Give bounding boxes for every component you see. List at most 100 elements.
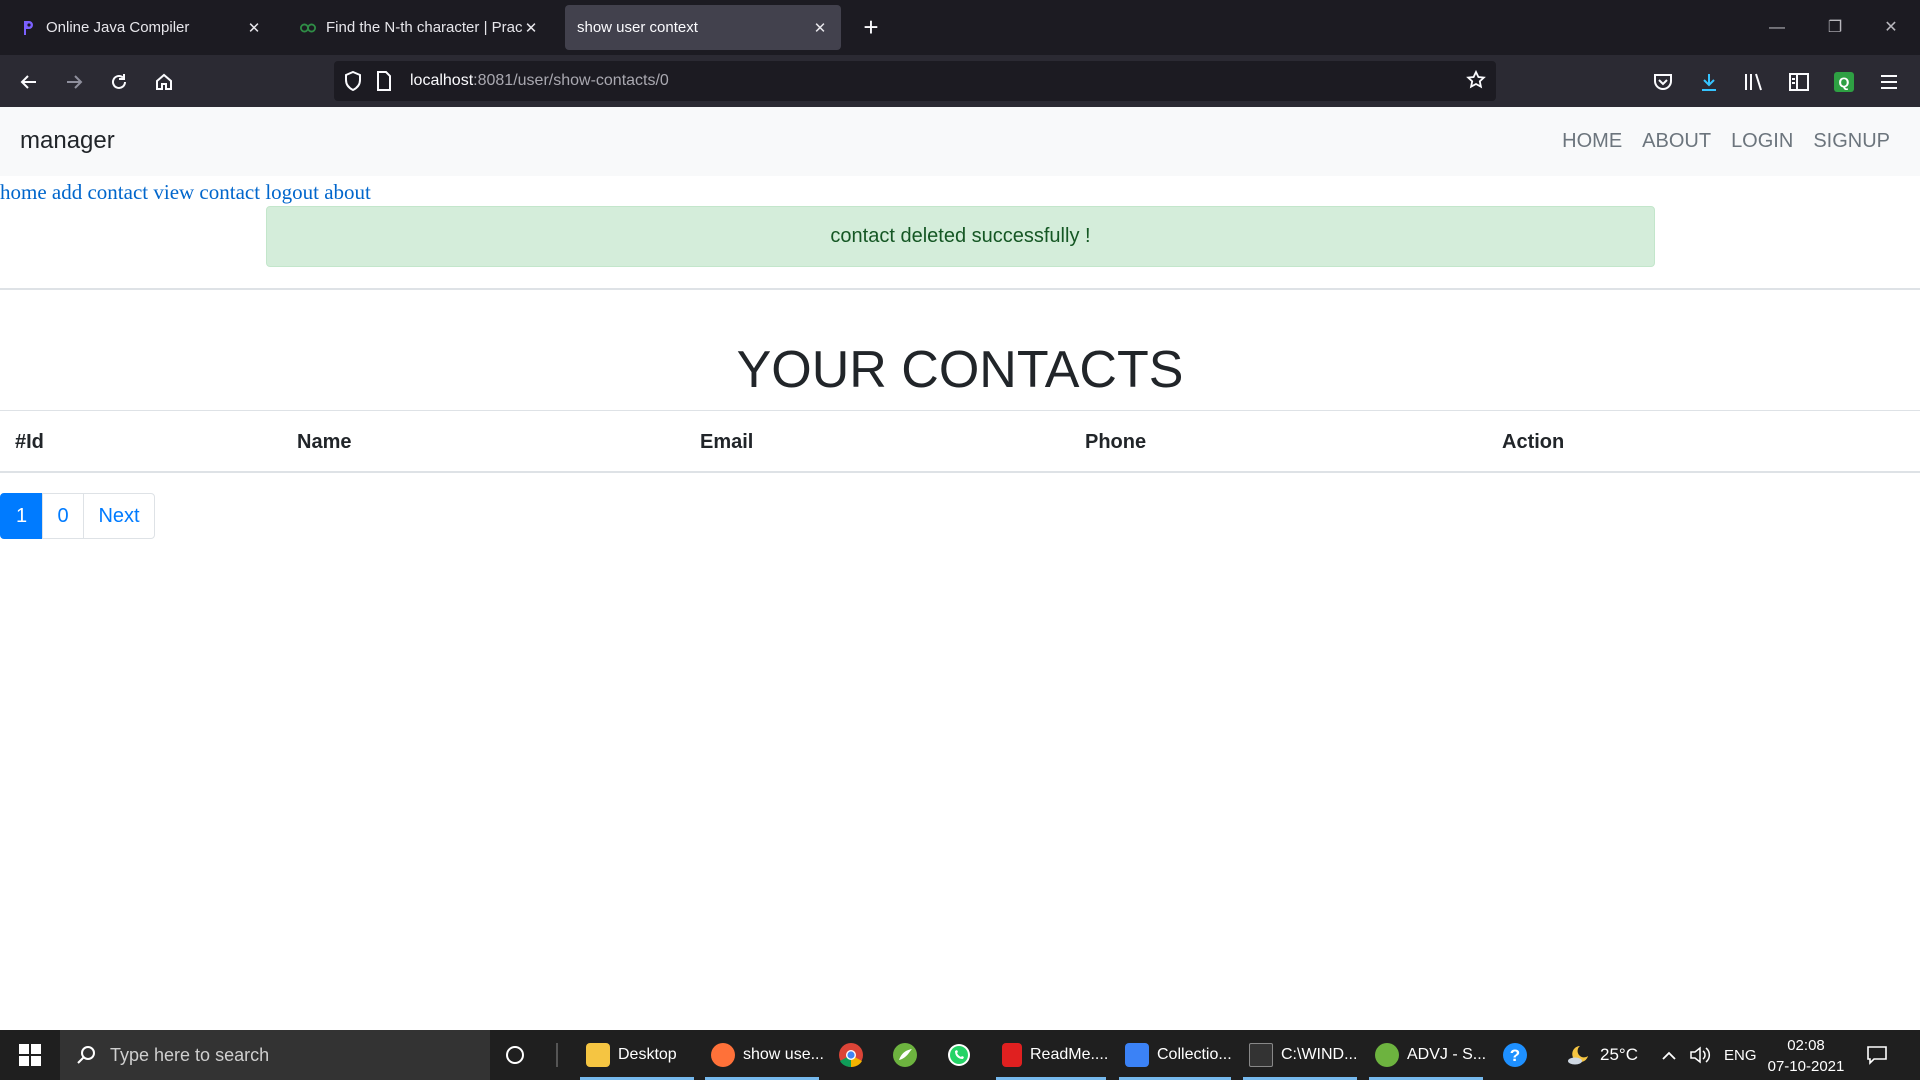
- taskbar-label: show use...: [743, 1046, 824, 1063]
- forward-arrow-icon: [67, 75, 83, 89]
- taskbar-spring[interactable]: [892, 1030, 918, 1080]
- taskbar-photos[interactable]: Collectio...: [1119, 1030, 1232, 1080]
- user-links: home add contact view contact logout abo…: [0, 180, 371, 205]
- back-button[interactable]: [12, 65, 46, 99]
- page-title: YOUR CONTACTS: [736, 341, 1184, 399]
- page-link-1[interactable]: 1: [0, 493, 43, 539]
- photos-icon: [1125, 1043, 1149, 1067]
- menu-about-link[interactable]: ABOUT: [1642, 130, 1711, 153]
- link-logout[interactable]: logout: [265, 180, 319, 204]
- browser-toolbar: localhost:8081/user/show-contacts/0 Q: [0, 55, 1920, 107]
- menu-signup-link[interactable]: SIGNUP: [1813, 130, 1890, 153]
- link-home[interactable]: home: [0, 180, 47, 204]
- taskbar-separator: [556, 1043, 558, 1067]
- spring-icon: [893, 1043, 917, 1067]
- tab-find-nth-character[interactable]: Find the N-th character | Practic ✕: [288, 5, 552, 50]
- library-icon[interactable]: [1739, 67, 1769, 97]
- taskbar-label: ADVJ - S...: [1407, 1046, 1487, 1063]
- cortana-button[interactable]: [505, 1030, 525, 1080]
- weather-widget[interactable]: 25°C: [1566, 1030, 1638, 1080]
- forward-button[interactable]: [57, 65, 91, 99]
- tab-close-icon[interactable]: ✕: [245, 19, 263, 37]
- svg-text:Q: Q: [1839, 74, 1850, 90]
- column-header-email: Email: [700, 431, 754, 453]
- chevron-up-icon[interactable]: [1661, 1030, 1677, 1080]
- column-header-id: #Id: [15, 431, 44, 453]
- app-navbar: manager HOME ABOUT LOGIN SIGNUP: [0, 107, 1920, 176]
- downloads-icon[interactable]: [1694, 67, 1724, 97]
- taskbar-label: ReadMe....: [1030, 1046, 1109, 1063]
- link-add-contact[interactable]: add contact: [52, 180, 148, 204]
- taskbar-desktop[interactable]: Desktop: [580, 1030, 694, 1080]
- taskbar-label: Desktop: [618, 1046, 677, 1063]
- start-button[interactable]: [0, 1030, 60, 1080]
- system-clock[interactable]: 02:08 07-10-2021: [1766, 1035, 1846, 1077]
- column-header-name: Name: [297, 431, 352, 453]
- pdf-icon: [1002, 1043, 1022, 1067]
- terminal-icon: [1249, 1043, 1273, 1067]
- clock-time: 02:08: [1787, 1037, 1825, 1054]
- taskbar-label: Collectio...: [1157, 1046, 1232, 1063]
- new-tab-button[interactable]: +: [855, 10, 887, 44]
- tab-close-icon[interactable]: ✕: [522, 19, 540, 37]
- volume-icon[interactable]: [1689, 1030, 1711, 1080]
- taskbar-cmd[interactable]: C:\WIND...: [1243, 1030, 1357, 1080]
- top-menu: HOME ABOUT LOGIN SIGNUP: [1562, 130, 1890, 153]
- page-link-0[interactable]: 0: [42, 493, 84, 539]
- windows-taskbar: Type here to search Desktop show use... …: [0, 1030, 1920, 1080]
- menu-hamburger-icon[interactable]: [1874, 67, 1904, 97]
- restore-button[interactable]: ❐: [1806, 0, 1864, 55]
- taskbar-spring-tool-suite[interactable]: ADVJ - S...: [1369, 1030, 1487, 1080]
- minimize-button[interactable]: —: [1748, 0, 1806, 55]
- clock-date: 07-10-2021: [1767, 1058, 1845, 1075]
- url-path: :8081/user/show-contacts/0: [473, 72, 669, 89]
- link-view-contact[interactable]: view contact: [153, 180, 260, 204]
- success-alert: contact deleted successfully !: [266, 206, 1655, 267]
- reload-icon: [112, 74, 126, 89]
- tab-label: show user context: [577, 19, 698, 36]
- help-icon: ?: [1503, 1043, 1527, 1067]
- url-host: localhost: [410, 72, 474, 89]
- taskbar-chrome[interactable]: [838, 1030, 864, 1080]
- tab-online-java-compiler[interactable]: Online Java Compiler ✕: [8, 5, 275, 50]
- taskbar-firefox[interactable]: show use...: [705, 1030, 824, 1080]
- taskbar-search-box[interactable]: Type here to search: [60, 1030, 490, 1080]
- bookmark-star-icon[interactable]: [1466, 69, 1486, 95]
- folder-icon: [586, 1043, 610, 1067]
- taskbar-readme-pdf[interactable]: ReadMe....: [996, 1030, 1109, 1080]
- sidebar-icon[interactable]: [1784, 67, 1814, 97]
- whatsapp-icon: [948, 1044, 970, 1066]
- cortana-circle-icon: [506, 1046, 524, 1064]
- programiz-icon: [20, 20, 36, 36]
- url-text[interactable]: localhost:8081/user/show-contacts/0: [410, 72, 669, 90]
- tab-show-user-context[interactable]: show user context ✕: [565, 5, 841, 50]
- taskbar-help[interactable]: ?: [1502, 1030, 1528, 1080]
- shield-icon[interactable]: [344, 71, 364, 91]
- taskbar-label: C:\WIND...: [1281, 1046, 1358, 1063]
- menu-home-link[interactable]: HOME: [1562, 130, 1622, 153]
- home-icon: [156, 73, 172, 90]
- page-link-next[interactable]: Next: [83, 493, 155, 539]
- svg-text:?: ?: [1510, 1046, 1520, 1065]
- spring-tool-icon: [1375, 1043, 1399, 1067]
- extension-q-icon[interactable]: Q: [1829, 67, 1859, 97]
- menu-login-link[interactable]: LOGIN: [1731, 130, 1793, 153]
- tab-close-icon[interactable]: ✕: [811, 19, 829, 37]
- brand-logo-text[interactable]: manager: [20, 127, 115, 155]
- link-about[interactable]: about: [324, 180, 371, 204]
- taskbar-whatsapp[interactable]: [946, 1030, 972, 1080]
- search-placeholder: Type here to search: [110, 1044, 270, 1065]
- address-bar[interactable]: localhost:8081/user/show-contacts/0: [334, 61, 1496, 101]
- reload-button[interactable]: [102, 65, 136, 99]
- windows-logo-icon: [19, 1044, 41, 1066]
- close-window-button[interactable]: ✕: [1862, 0, 1920, 55]
- home-button[interactable]: [147, 65, 181, 99]
- tab-label: Online Java Compiler: [46, 19, 190, 36]
- notifications-icon[interactable]: [1866, 1030, 1888, 1080]
- geeksforgeeks-icon: [300, 20, 316, 36]
- tab-label: Find the N-th character | Practic: [326, 19, 522, 36]
- pocket-icon[interactable]: [1648, 67, 1678, 97]
- language-indicator[interactable]: ENG: [1724, 1030, 1757, 1080]
- page-icon[interactable]: [376, 71, 396, 91]
- search-icon: [76, 1045, 96, 1065]
